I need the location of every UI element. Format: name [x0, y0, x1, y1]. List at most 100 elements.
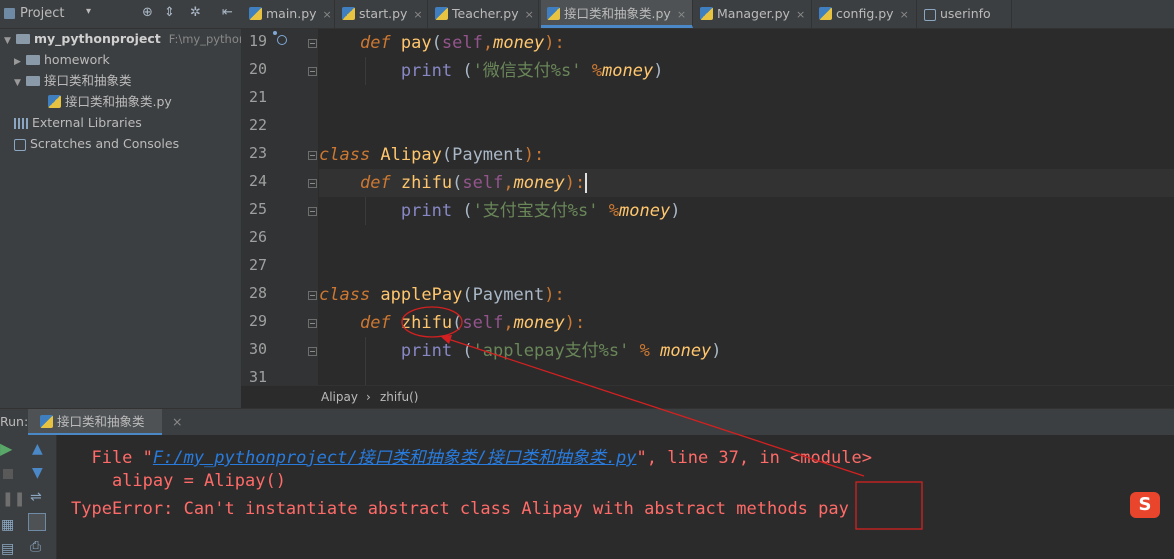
- ime-icon[interactable]: S: [1130, 492, 1160, 518]
- line-number: 28: [248, 284, 267, 302]
- project-panel: Project ▾ ⊕ ⇕ ✲ ⇤ ▼ my_pythonproject F:\m…: [0, 0, 265, 408]
- base-class: Payment: [472, 285, 545, 305]
- locate-icon[interactable]: ⊕: [142, 5, 153, 20]
- builtin: print: [400, 341, 453, 361]
- console-text: ", line 37, in <module>: [636, 448, 872, 468]
- print-icon[interactable]: ⎙: [30, 539, 41, 555]
- restore-layout-icon[interactable]: ▦: [1, 517, 14, 533]
- line-number: 30: [248, 340, 267, 358]
- fold-marker[interactable]: [308, 151, 317, 160]
- console-line-2: alipay = Alipay(): [71, 471, 286, 491]
- tab-main-py[interactable]: main.py ×: [243, 0, 335, 28]
- close-icon[interactable]: ×: [677, 8, 686, 21]
- tab-label: 接口类和抽象类.py: [564, 6, 671, 21]
- punct: ): [653, 61, 664, 81]
- file-link[interactable]: F:/my_pythonproject/接口类和抽象类/接口类和抽象类.py: [153, 448, 637, 468]
- punct: ):: [564, 173, 586, 193]
- self-param: self: [462, 313, 504, 333]
- breadcrumb-class[interactable]: Alipay: [321, 386, 358, 408]
- fold-marker[interactable]: [308, 347, 317, 356]
- chevron-down-icon[interactable]: ▾: [86, 6, 91, 17]
- soft-wrap-icon[interactable]: ⇌: [30, 489, 42, 505]
- fold-marker[interactable]: [308, 319, 317, 328]
- tree-root[interactable]: ▼ my_pythonproject F:\my_pythonpro: [4, 28, 265, 49]
- tree-item-abstract-file[interactable]: 接口类和抽象类.py: [48, 91, 172, 112]
- close-icon[interactable]: ×: [525, 8, 534, 21]
- punct: ,: [503, 313, 514, 333]
- console-line-3: TypeError: Can't instantiate abstract cl…: [71, 499, 849, 519]
- code-line-23[interactable]: class Alipay(Payment):: [319, 141, 1174, 169]
- tab-userinfo[interactable]: userinfo: [918, 0, 1012, 28]
- fold-marker[interactable]: [308, 67, 317, 76]
- param: money: [513, 313, 565, 333]
- folder-icon: [16, 33, 30, 44]
- python-file-icon: [249, 7, 262, 20]
- arrow-down-icon[interactable]: ▼: [32, 465, 43, 481]
- code-line-20[interactable]: print ('微信支付%s' %money): [319, 57, 1174, 85]
- fold-marker[interactable]: [308, 39, 317, 48]
- rerun-icon[interactable]: ▶: [0, 439, 12, 458]
- code-line-24[interactable]: def zhifu(self,money):: [319, 169, 1174, 197]
- line-number: 19: [248, 32, 267, 50]
- code-editor[interactable]: 19 20 21 22 23 24 25 26 27 28 29 30 31 d…: [241, 29, 1174, 385]
- gear-icon[interactable]: ✲: [190, 5, 201, 20]
- python-file-icon: [700, 7, 713, 20]
- tree-item-abstract-folder[interactable]: ▼ 接口类和抽象类: [14, 70, 132, 91]
- operator: %: [581, 61, 602, 81]
- tab-abstract-py[interactable]: 接口类和抽象类.py ×: [541, 0, 693, 28]
- scratches-icon: [14, 138, 26, 151]
- libraries-icon: [14, 118, 28, 129]
- tab-teacher-py[interactable]: Teacher.py ×: [429, 0, 539, 28]
- text-caret: [585, 173, 588, 193]
- tab-config-py[interactable]: config.py ×: [813, 0, 917, 28]
- scroll-to-end-icon[interactable]: [28, 513, 46, 531]
- breadcrumb-method[interactable]: zhifu(): [380, 386, 418, 408]
- pin-icon[interactable]: ▤: [1, 541, 14, 557]
- close-icon[interactable]: ×: [172, 409, 182, 435]
- arrow-up-icon[interactable]: ▲: [32, 441, 43, 457]
- punct: ):: [564, 313, 586, 333]
- close-icon[interactable]: ×: [796, 8, 805, 21]
- tree-item-homework[interactable]: ▶ homework: [14, 49, 110, 70]
- tree-item-scratches[interactable]: Scratches and Consoles: [14, 133, 179, 154]
- param: money: [513, 173, 565, 193]
- override-method-icon[interactable]: [273, 31, 287, 45]
- punct: ): [711, 341, 722, 361]
- hide-icon[interactable]: ⇤: [222, 5, 233, 20]
- stop-icon[interactable]: [3, 469, 13, 479]
- tab-manager-py[interactable]: Manager.py ×: [694, 0, 812, 28]
- param: money: [493, 33, 545, 53]
- fold-marker[interactable]: [308, 207, 317, 216]
- code-line-25[interactable]: print ('支付宝支付%s' %money): [319, 197, 1174, 225]
- run-console[interactable]: File "F:/my_pythonproject/接口类和抽象类/接口类和抽象…: [57, 435, 1174, 559]
- project-icon: [4, 8, 15, 19]
- punct: (: [452, 201, 473, 221]
- line-number: 27: [248, 256, 267, 274]
- close-icon[interactable]: ×: [323, 8, 332, 21]
- tree-label: Scratches and Consoles: [30, 136, 180, 151]
- tree-label: 接口类和抽象类.py: [65, 94, 172, 109]
- code-line-29[interactable]: def zhifu(self,money):: [319, 309, 1174, 337]
- keyword: class: [319, 285, 371, 305]
- fold-marker[interactable]: [308, 291, 317, 300]
- project-title[interactable]: Project: [20, 6, 64, 21]
- code-line-28[interactable]: class applePay(Payment):: [319, 281, 1174, 309]
- variable: money: [602, 61, 654, 81]
- variable: money: [660, 341, 712, 361]
- code-line-30[interactable]: print ('applepay支付%s' % money): [319, 337, 1174, 365]
- fold-marker[interactable]: [308, 179, 317, 188]
- folder-icon: [26, 54, 40, 65]
- self-param: self: [441, 33, 483, 53]
- close-icon[interactable]: ×: [413, 8, 422, 21]
- tab-start-py[interactable]: start.py ×: [336, 0, 428, 28]
- punct: (: [452, 61, 473, 81]
- collapse-icon[interactable]: ⇕: [164, 5, 175, 20]
- operator: %: [598, 201, 619, 221]
- code-line-19[interactable]: def pay(self,money):: [319, 29, 1174, 57]
- close-icon[interactable]: ×: [900, 8, 909, 21]
- tree-item-external-libraries[interactable]: External Libraries: [14, 112, 142, 133]
- chevron-down-icon[interactable]: ▼: [14, 73, 26, 94]
- run-tab[interactable]: 接口类和抽象类: [28, 409, 162, 435]
- python-file-icon: [342, 7, 355, 20]
- run-toolbar: ▶ ❚❚ ▦ ▤: [0, 435, 25, 559]
